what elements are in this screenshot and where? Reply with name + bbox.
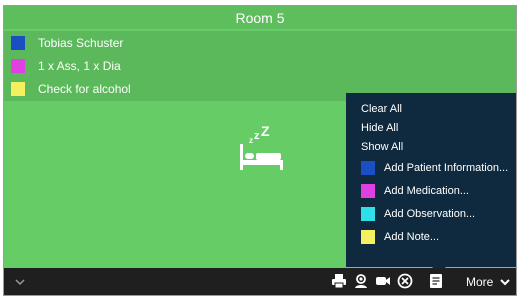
menu-show-all[interactable]: Show All [361, 141, 403, 153]
menu-item-label: Add Observation... [384, 208, 476, 220]
note-color-swatch [11, 81, 25, 96]
svg-text:z: z [254, 130, 260, 142]
printer-icon[interactable] [331, 273, 347, 289]
svg-text:Z: Z [261, 126, 270, 139]
menu-color-swatch [361, 207, 375, 221]
room-panel: Room 5 Tobias Schuster 1 x Ass, 1 x Dia … [3, 5, 517, 296]
menu-add-patient-information[interactable]: Add Patient Information... [361, 161, 508, 175]
bottom-toolbar: More [4, 268, 516, 295]
note-color-swatch [11, 35, 25, 50]
notes-list: Tobias Schuster 1 x Ass, 1 x Dia Check f… [4, 31, 516, 101]
menu-color-swatch [361, 161, 375, 175]
note-label: Check for alcohol [38, 81, 131, 96]
menu-clear-all[interactable]: Clear All [361, 103, 402, 115]
menu-item-label: Add Patient Information... [384, 162, 509, 174]
add-menu-popup: Clear All Hide All Show All Add Patient … [346, 93, 516, 273]
room-title-bar: Room 5 [4, 6, 516, 29]
menu-item-label: Add Note... [384, 231, 440, 243]
close-circle-icon[interactable] [397, 273, 413, 289]
note-label: 1 x Ass, 1 x Dia [38, 58, 121, 73]
room-title: Room 5 [235, 9, 285, 26]
video-camera-icon[interactable] [375, 273, 391, 289]
more-label: More [466, 274, 494, 289]
note-label: Tobias Schuster [38, 35, 124, 50]
note-item-medication[interactable]: 1 x Ass, 1 x Dia [4, 54, 516, 77]
note-item-patient[interactable]: Tobias Schuster [4, 31, 516, 54]
menu-item-label: Add Medication... [384, 185, 469, 197]
intercom-icon[interactable] [353, 273, 369, 289]
menu-add-note[interactable]: Add Note... [361, 230, 439, 244]
chevron-down-icon [500, 278, 511, 285]
menu-color-swatch [361, 230, 375, 244]
menu-color-swatch [361, 184, 375, 198]
menu-add-medication[interactable]: Add Medication... [361, 184, 469, 198]
chevron-down-icon[interactable] [13, 275, 27, 289]
note-color-swatch [11, 58, 25, 73]
more-button[interactable]: More [466, 272, 511, 291]
note-icon[interactable] [428, 273, 444, 289]
menu-hide-all[interactable]: Hide All [361, 122, 398, 134]
menu-add-observation[interactable]: Add Observation... [361, 207, 475, 221]
svg-text:z: z [249, 136, 253, 145]
sleeping-bed-icon: z z Z [240, 126, 283, 170]
